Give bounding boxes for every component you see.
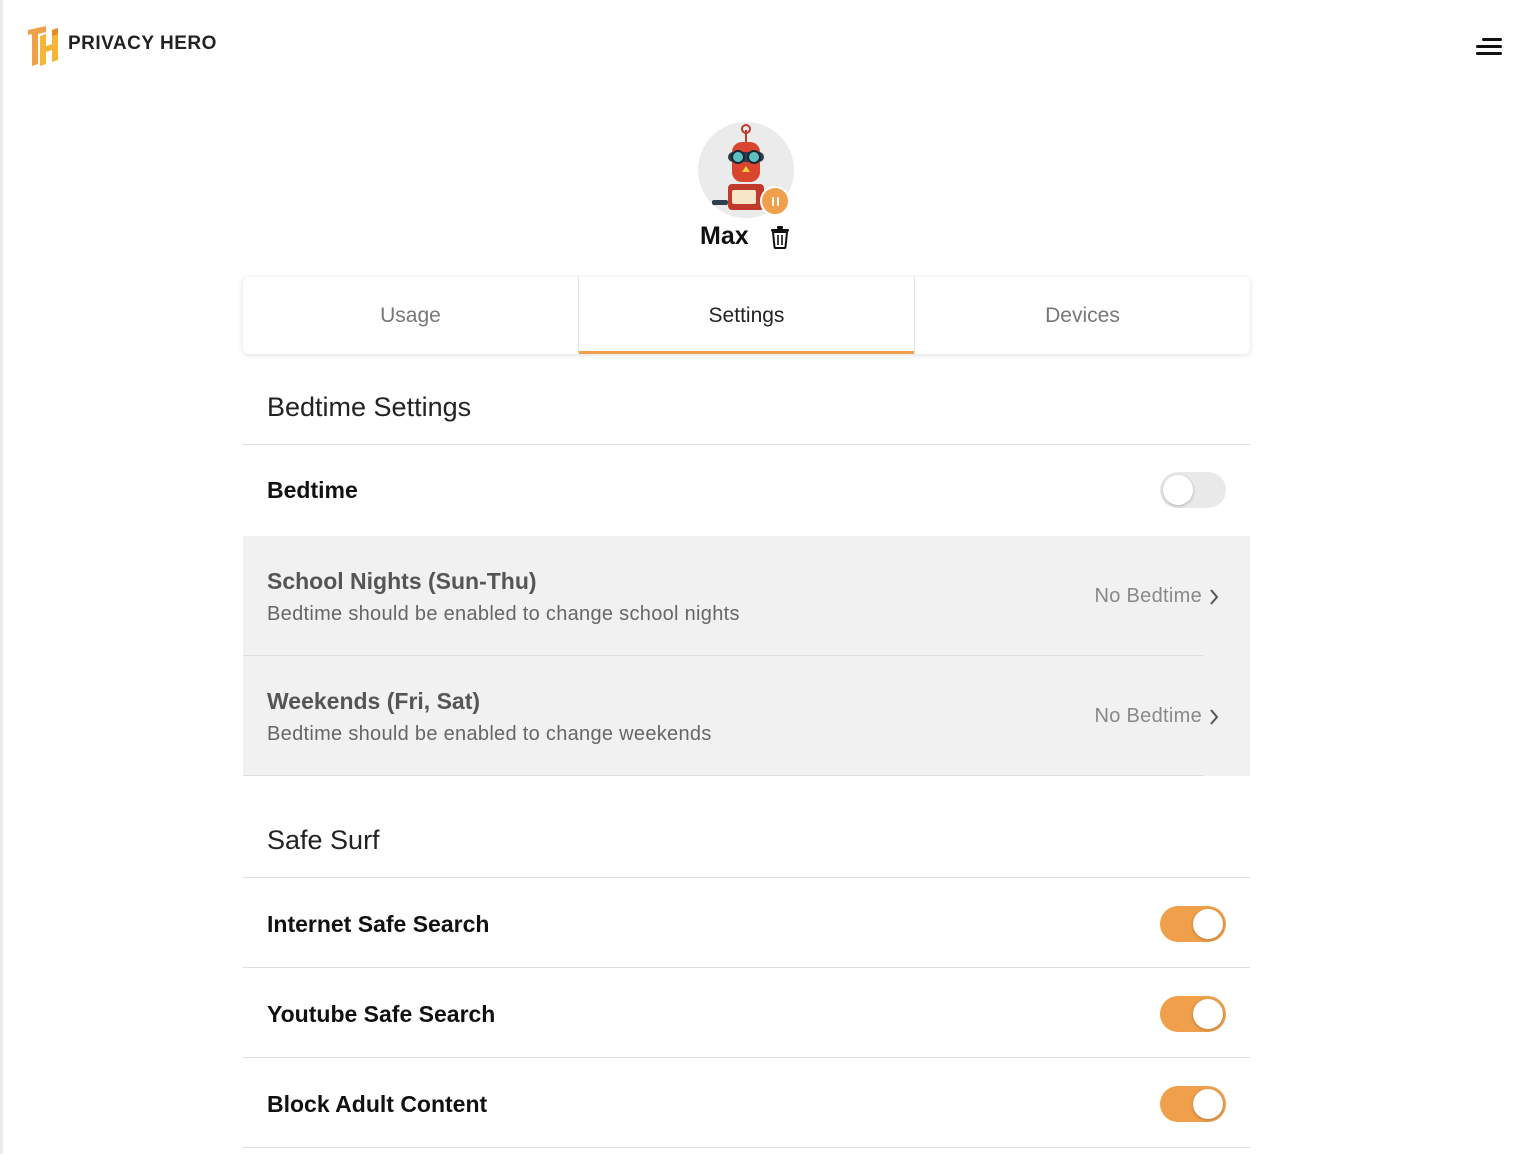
youtube-safe-search-row: Youtube Safe Search — [243, 970, 1250, 1058]
safe-surf-section-title: Safe Surf — [267, 825, 380, 855]
divider — [243, 775, 1203, 776]
internet-safe-search-label: Internet Safe Search — [267, 910, 490, 937]
block-adult-content-row: Block Adult Content — [243, 1060, 1250, 1148]
block-adult-content-toggle[interactable] — [1160, 1086, 1226, 1122]
tab-devices[interactable]: Devices — [915, 277, 1250, 354]
privacy-hero-logo-icon — [28, 26, 58, 66]
internet-safe-search-toggle[interactable] — [1160, 906, 1226, 942]
bedtime-section: Bedtime Settings — [243, 392, 1250, 423]
divider — [243, 1147, 1250, 1148]
trash-icon[interactable] — [769, 225, 791, 249]
school-nights-title: School Nights (Sun-Thu) — [267, 568, 537, 594]
tab-settings[interactable]: Settings — [579, 277, 915, 354]
profile-name: Max — [700, 222, 749, 250]
tab-usage[interactable]: Usage — [243, 277, 579, 354]
school-nights-subtitle: Bedtime should be enabled to change scho… — [267, 603, 740, 625]
chevron-right-icon — [1210, 589, 1219, 605]
divider — [243, 877, 1250, 878]
bedtime-section-title: Bedtime Settings — [267, 392, 472, 422]
hamburger-menu-icon[interactable] — [1474, 36, 1504, 58]
safe-surf-section: Safe Surf — [243, 825, 1250, 856]
divider — [243, 1057, 1250, 1058]
weekends-value: No Bedtime — [1094, 705, 1202, 727]
youtube-safe-search-label: Youtube Safe Search — [267, 1000, 496, 1027]
youtube-safe-search-toggle[interactable] — [1160, 996, 1226, 1032]
avatar[interactable] — [698, 122, 796, 220]
left-edge — [0, 0, 3, 1154]
bedtime-toggle-label: Bedtime — [267, 476, 358, 503]
weekends-subtitle: Bedtime should be enabled to change week… — [267, 723, 712, 745]
chevron-right-icon — [1210, 709, 1219, 725]
bedtime-toggle-row: Bedtime — [243, 446, 1250, 534]
block-adult-content-label: Block Adult Content — [267, 1090, 488, 1117]
divider — [243, 967, 1250, 968]
weekends-row[interactable]: Weekends (Fri, Sat) Bedtime should be en… — [243, 656, 1250, 776]
brand-logo[interactable]: PRIVACY HERO — [26, 24, 217, 68]
bedtime-toggle[interactable] — [1160, 472, 1226, 508]
weekends-title: Weekends (Fri, Sat) — [267, 688, 481, 714]
school-nights-value: No Bedtime — [1094, 585, 1202, 607]
pause-badge-icon[interactable] — [760, 186, 790, 216]
divider — [243, 444, 1250, 445]
school-nights-row[interactable]: School Nights (Sun-Thu) Bedtime should b… — [243, 536, 1250, 656]
brand-name: PRIVACY HERO — [68, 33, 217, 54]
profile-tabs: Usage Settings Devices — [243, 277, 1250, 354]
internet-safe-search-row: Internet Safe Search — [243, 880, 1250, 968]
